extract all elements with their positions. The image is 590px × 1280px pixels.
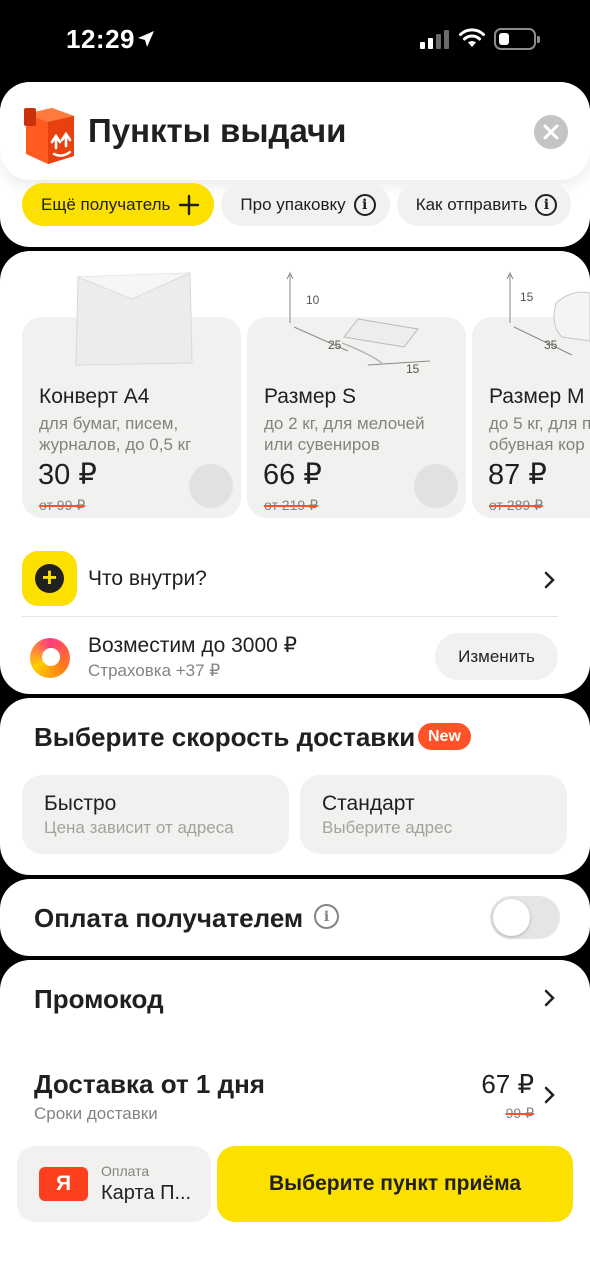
info-icon[interactable]: i — [314, 904, 339, 929]
info-icon: i — [353, 193, 376, 216]
close-icon — [543, 124, 559, 140]
header-card: Пункты выдачи Ещё получатель Про упаковк… — [0, 82, 590, 247]
status-time: 12:29 — [66, 24, 135, 54]
delivery-title[interactable]: Доставка от 1 дня — [34, 1069, 265, 1100]
speed-option-title: Стандарт — [322, 792, 415, 815]
location-arrow-icon — [138, 31, 154, 47]
envelope-illustration — [75, 272, 193, 366]
chips-row: Ещё получатель Про упаковку i Как отправ… — [22, 183, 572, 226]
speed-section-title: Выберите скорость доставки — [34, 722, 416, 752]
plus-icon — [178, 194, 200, 216]
dimension-label: 10 — [306, 293, 320, 307]
page-title: Пункты выдачи — [88, 112, 347, 149]
status-bar: 12:29 — [0, 0, 590, 80]
size-s-dimensions-illustration: 10 25 15 — [286, 271, 431, 376]
package-desc-line: обувная кор — [489, 435, 585, 454]
change-insurance-button[interactable]: Изменить — [435, 633, 558, 680]
package-title: Размер S — [264, 385, 357, 408]
package-price: 66 ₽ — [263, 459, 322, 491]
package-old-price: от 99 ₽ — [39, 497, 86, 513]
chip-label: Как отправить — [415, 194, 528, 214]
insurance-subtitle: Страховка +37 ₽ — [88, 661, 221, 680]
close-button[interactable] — [534, 115, 568, 149]
package-desc-line: до 2 кг, для мелочей — [264, 414, 425, 433]
package-desc-line: до 5 кг, для прим — [489, 414, 590, 433]
dimension-label: 35 — [544, 338, 558, 352]
checkout-card: Промокод Доставка от 1 дня Сроки доставк… — [0, 960, 590, 1280]
dimension-label: 25 — [328, 338, 342, 352]
speed-option-title: Быстро — [44, 792, 117, 815]
delivery-speed-card: Выберите скорость доставки New Быстро Це… — [0, 698, 590, 875]
chevron-right-icon[interactable] — [544, 1086, 556, 1104]
new-badge: New — [418, 723, 471, 750]
delivery-price: 67 ₽ — [481, 1069, 534, 1099]
package-old-price: от 289 ₽ — [489, 497, 543, 513]
recipient-pays-card: Оплата получателем i — [0, 879, 590, 956]
dimension-label: 15 — [520, 290, 534, 304]
insurance-logo-icon — [30, 638, 70, 678]
chip-label: Ещё получатель — [41, 194, 171, 214]
delivery-subtitle: Сроки доставки — [34, 1104, 158, 1123]
info-icon: i — [535, 193, 558, 216]
speed-option-subtitle: Выберите адрес — [322, 818, 453, 837]
packaging-info-chip[interactable]: Про упаковку i — [221, 183, 390, 226]
package-description: для бумаг, писем, журналов, до 0,5 кг — [39, 413, 239, 455]
speed-option-standard[interactable]: Стандарт Выберите адрес — [300, 775, 567, 854]
package-carousel[interactable]: Конверт А4 для бумаг, писем, журналов, д… — [22, 251, 590, 521]
insurance-row: Возместим до 3000 ₽ Страховка +37 ₽ Изме… — [22, 631, 558, 687]
payment-method-button[interactable]: Я Оплата Карта П... — [17, 1146, 211, 1222]
chevron-right-icon — [544, 571, 555, 589]
speed-option-fast[interactable]: Быстро Цена зависит от адреса — [22, 775, 289, 854]
package-price: 87 ₽ — [488, 459, 547, 491]
choose-dropoff-point-button[interactable]: Выберите пункт приёма — [217, 1146, 573, 1222]
recipient-pays-title: Оплата получателем — [34, 903, 304, 933]
add-contents-icon: + — [22, 551, 77, 606]
chip-label: Про упаковку — [240, 194, 346, 214]
package-desc-line: для бумаг, писем, — [39, 414, 179, 433]
battery-icon — [494, 28, 540, 50]
package-desc-line: журналов, до 0,5 кг — [39, 435, 192, 454]
package-description: до 5 кг, для прим обувная кор — [489, 413, 590, 455]
dimension-label: 15 — [406, 362, 420, 376]
cellular-signal-icon — [420, 30, 449, 49]
recipient-pays-toggle[interactable] — [490, 896, 560, 939]
yandex-pay-logo-icon: Я — [39, 1167, 88, 1201]
package-select-radio[interactable] — [189, 464, 233, 508]
package-old-price: от 219 ₽ — [264, 497, 318, 513]
package-size-card: Конверт А4 для бумаг, писем, журналов, д… — [0, 251, 590, 694]
payment-value: Карта П... — [101, 1182, 192, 1204]
size-m-dimensions-illustration: 15 35 — [506, 271, 590, 356]
package-description: до 2 кг, для мелочей или сувениров — [264, 413, 464, 455]
payment-label: Оплата — [101, 1163, 150, 1179]
contents-row[interactable]: + Что внутри? — [22, 551, 558, 617]
package-title: Размер M — [489, 385, 585, 408]
package-select-radio[interactable] — [414, 464, 458, 508]
package-price: 30 ₽ — [38, 459, 97, 491]
speed-option-subtitle: Цена зависит от адреса — [44, 818, 234, 837]
delivery-old-price: 99 ₽ — [505, 1105, 534, 1121]
delivery-box-logo-icon — [24, 108, 74, 164]
contents-label: Что внутри? — [88, 567, 207, 590]
wifi-icon — [459, 28, 485, 47]
toggle-knob — [493, 899, 530, 936]
how-to-send-chip[interactable]: Как отправить i — [396, 183, 572, 226]
insurance-title: Возместим до 3000 ₽ — [88, 634, 297, 657]
promo-code-row[interactable]: Промокод — [34, 984, 164, 1015]
package-desc-line: или сувениров — [264, 435, 380, 454]
add-recipient-chip[interactable]: Ещё получатель — [22, 183, 215, 226]
header-bar: Пункты выдачи — [0, 82, 590, 180]
package-title: Конверт А4 — [39, 385, 150, 408]
chevron-right-icon[interactable] — [544, 989, 556, 1007]
